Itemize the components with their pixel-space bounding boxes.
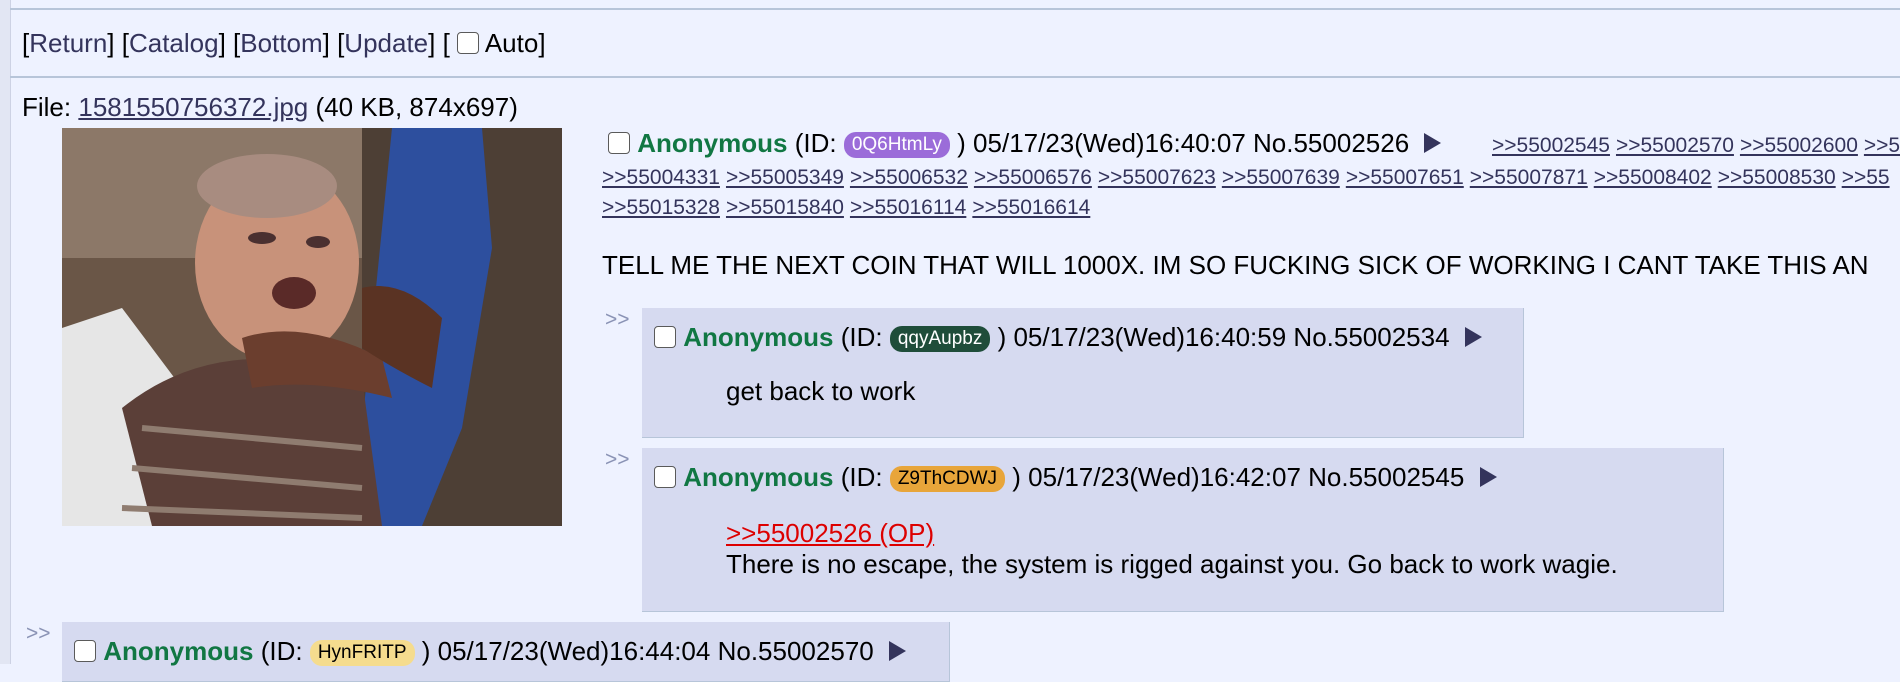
reply-post: Anonymous (ID: HynFRITP ) 05/17/23(Wed)1… [62, 622, 950, 682]
backlink[interactable]: >>55006576 [974, 166, 1092, 189]
op-thumbnail-image[interactable] [62, 128, 562, 526]
reply-arrow: >> [26, 622, 51, 645]
auto-update-checkbox[interactable] [457, 32, 480, 54]
op-post-header: Anonymous (ID: 0Q6HtmLy ) 05/17/23(Wed)1… [608, 128, 1442, 159]
reply-poster-id-badge[interactable]: Z9ThCDWJ [889, 466, 1006, 492]
reply-text: There is no escape, the system is rigged… [726, 549, 1618, 579]
backlink[interactable]: >>55002570 [1616, 134, 1734, 157]
left-edge-bar [0, 0, 11, 664]
reply-poster-id-badge[interactable]: HynFRITP [309, 640, 415, 666]
op-backlinks-row-3: >>55015328 >>55015840 >>55016114 >>55016614 [602, 196, 1096, 220]
op-poster-id-badge[interactable]: 0Q6HtmLy [843, 132, 950, 158]
backlink[interactable]: >>55007651 [1346, 166, 1464, 189]
post-menu-triangle-icon[interactable] [1424, 133, 1442, 153]
backlink[interactable]: >>5 [1864, 134, 1900, 157]
reply-select-checkbox[interactable] [74, 640, 96, 662]
reply-post: Anonymous (ID: Z9ThCDWJ ) 05/17/23(Wed)1… [642, 448, 1724, 612]
backlink[interactable]: >>55008530 [1718, 166, 1836, 189]
backlink[interactable]: >>55005349 [726, 166, 844, 189]
reply-post-number[interactable]: No.55002534 [1293, 322, 1449, 352]
backlink[interactable]: >>55015840 [726, 196, 844, 219]
top-divider [10, 8, 1900, 10]
backlink[interactable]: >>55004331 [602, 166, 720, 189]
reply-post-number[interactable]: No.55002570 [718, 636, 874, 666]
file-link[interactable]: 1581550756372.jpg [78, 92, 308, 122]
reply-poster-name: Anonymous [683, 322, 834, 352]
auto-update-label: Auto [484, 28, 539, 58]
reply-id-prefix: (ID: [840, 322, 883, 352]
thread-navigation: [Return] [Catalog] [Bottom] [Update] [ A… [22, 28, 546, 58]
backlink[interactable]: >>55007639 [1222, 166, 1340, 189]
post-menu-triangle-icon[interactable] [888, 641, 906, 661]
backlink[interactable]: >>55007623 [1098, 166, 1216, 189]
op-backlinks-row-1: >>55002545 >>55002570 >>55002600 >>5 [1492, 134, 1900, 158]
backlink[interactable]: >>55016614 [972, 196, 1090, 219]
reply-header: Anonymous (ID: Z9ThCDWJ ) 05/17/23(Wed)1… [654, 462, 1497, 493]
reply-post: Anonymous (ID: qqyAupbz ) 05/17/23(Wed)1… [642, 308, 1524, 438]
update-link[interactable]: Update [344, 28, 428, 58]
op-select-checkbox[interactable] [608, 132, 630, 154]
reply-select-checkbox[interactable] [654, 326, 676, 348]
reply-arrow: >> [605, 448, 630, 471]
thumbnail-photo-icon [62, 128, 562, 526]
catalog-link[interactable]: Catalog [129, 28, 219, 58]
reply-poster-id-badge[interactable]: qqyAupbz [889, 326, 991, 352]
op-id-prefix: (ID: [794, 128, 837, 158]
reply-poster-name: Anonymous [103, 636, 254, 666]
op-poster-name: Anonymous [637, 128, 788, 158]
nav-divider [10, 76, 1900, 78]
op-datetime: ) 05/17/23(Wed)16:40:07 [957, 128, 1246, 158]
reply-id-prefix: (ID: [840, 462, 883, 492]
reply-post-number[interactable]: No.55002545 [1308, 462, 1464, 492]
backlink[interactable]: >>55002600 [1740, 134, 1858, 157]
reply-body: >>55002526 (OP) There is no escape, the … [726, 518, 1618, 580]
reply-datetime: ) 05/17/23(Wed)16:40:59 [997, 322, 1287, 352]
file-meta: (40 KB, 874x697) [315, 92, 518, 122]
backlink[interactable]: >>55006532 [850, 166, 968, 189]
return-link[interactable]: Return [29, 28, 107, 58]
bottom-link[interactable]: Bottom [240, 28, 322, 58]
op-post-number[interactable]: No.55002526 [1253, 128, 1409, 158]
reply-arrow: >> [605, 308, 630, 331]
op-quote-link[interactable]: >>55002526 (OP) [726, 518, 934, 548]
backlink[interactable]: >>55015328 [602, 196, 720, 219]
reply-datetime: ) 05/17/23(Wed)16:44:04 [421, 636, 711, 666]
reply-text: get back to work [726, 376, 916, 406]
backlink[interactable]: >>55002545 [1492, 134, 1610, 157]
reply-poster-name: Anonymous [683, 462, 834, 492]
op-post-text: TELL ME THE NEXT COIN THAT WILL 1000X. I… [602, 250, 1869, 280]
post-menu-triangle-icon[interactable] [1464, 327, 1482, 347]
post-menu-triangle-icon[interactable] [1479, 467, 1497, 487]
reply-datetime: ) 05/17/23(Wed)16:42:07 [1012, 462, 1301, 492]
reply-id-prefix: (ID: [260, 636, 303, 666]
file-info-prefix: File: [22, 92, 72, 122]
backlink[interactable]: >>55007871 [1470, 166, 1588, 189]
reply-header: Anonymous (ID: HynFRITP ) 05/17/23(Wed)1… [74, 636, 906, 667]
file-info: File: 1581550756372.jpg (40 KB, 874x697) [22, 92, 518, 123]
op-backlinks-row-2: >>55004331 >>55005349 >>55006532 >>55006576… [602, 166, 1896, 190]
backlink[interactable]: >>55008402 [1594, 166, 1712, 189]
backlink[interactable]: >>55 [1842, 166, 1890, 189]
reply-header: Anonymous (ID: qqyAupbz ) 05/17/23(Wed)1… [654, 322, 1482, 353]
reply-select-checkbox[interactable] [654, 466, 676, 488]
backlink[interactable]: >>55016114 [850, 196, 966, 219]
